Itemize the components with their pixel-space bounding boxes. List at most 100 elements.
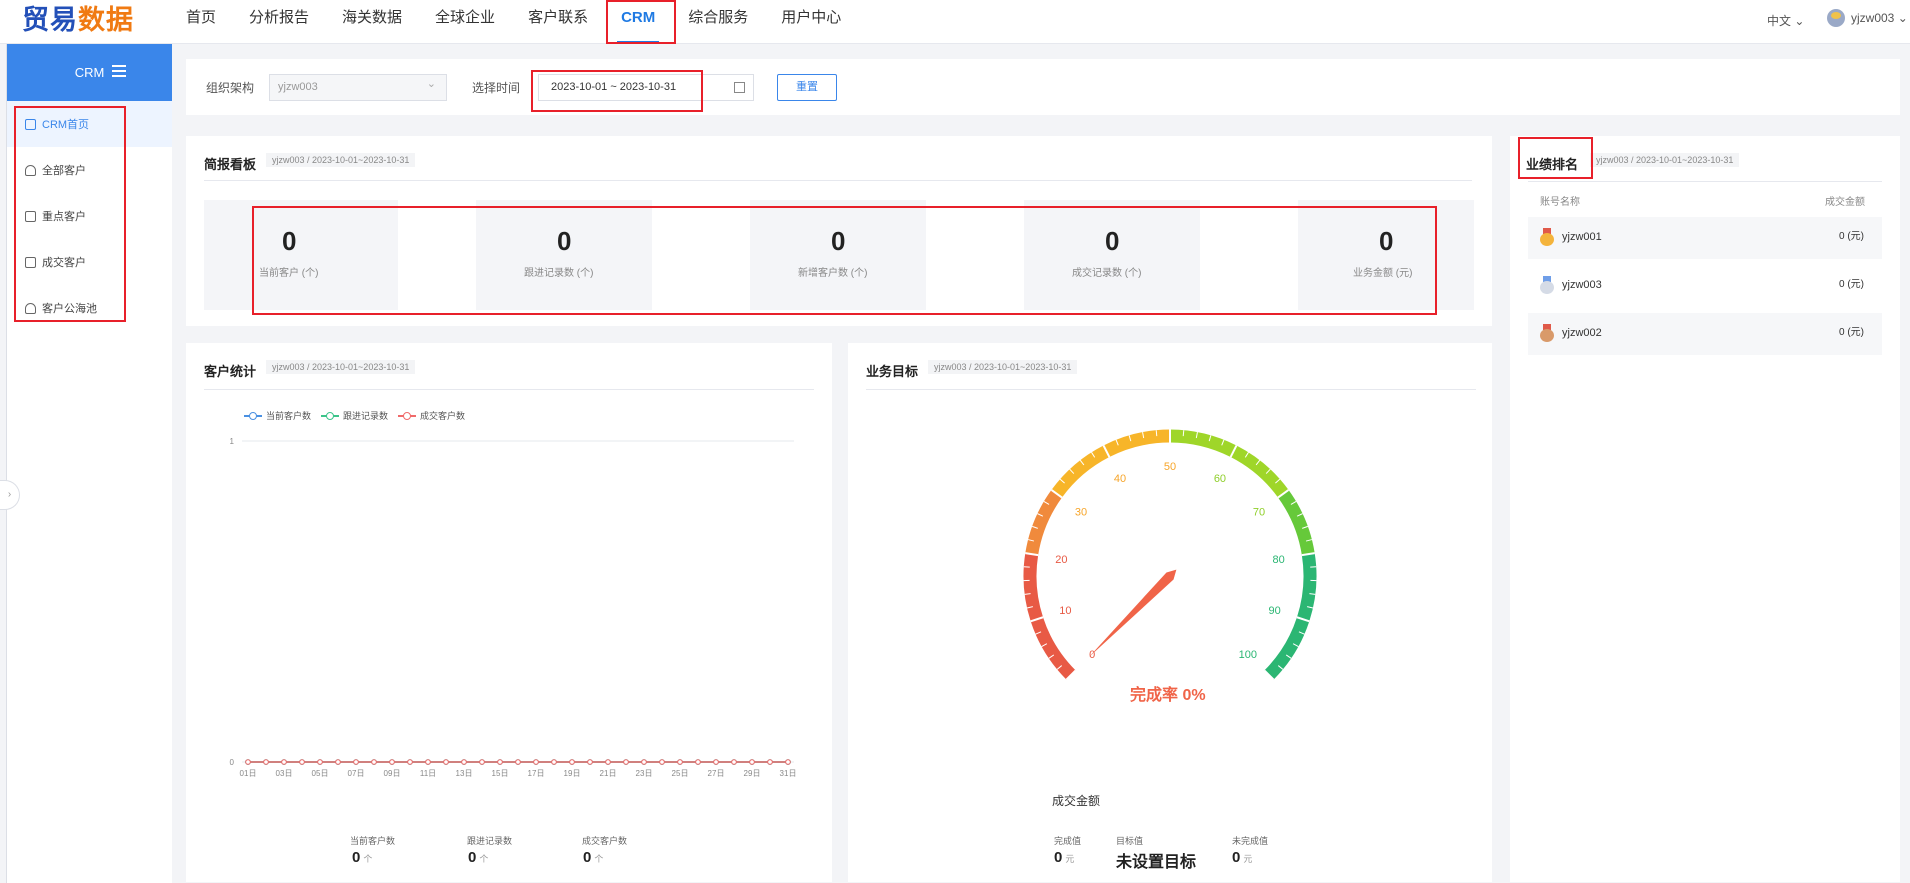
- completed-value: 0元: [1054, 849, 1075, 866]
- x-tick-label: 19日: [564, 769, 581, 778]
- nav-integrated-services[interactable]: 综合服务: [688, 0, 748, 44]
- line-chart: 0 1 01日 03日 05日 07日 09日 11日 13日 15日 17日 19日 21日 23日 25…: [230, 437, 797, 778]
- x-tick-label: 31日: [780, 769, 797, 778]
- x-tick-label: 23日: [636, 769, 653, 778]
- legend-item[interactable]: 跟进记录数: [321, 409, 388, 422]
- gauge-tick-label: 30: [1075, 506, 1087, 518]
- data-point: [641, 759, 647, 765]
- nav-user-center[interactable]: 用户中心: [781, 0, 841, 44]
- reset-button[interactable]: 重置: [777, 74, 837, 101]
- ranking-panel: 业绩排名 yjzw003 / 2023-10-01~2023-10-31 账号名…: [1510, 136, 1900, 882]
- data-point: [299, 759, 305, 765]
- main-nav: 首页 分析报告 海关数据 全球企业 客户联系 CRM 综合服务 用户中心: [186, 0, 874, 44]
- data-point: [317, 759, 323, 765]
- target-value: 未设置目标: [1116, 854, 1197, 871]
- data-point: [731, 759, 737, 765]
- data-point: [263, 759, 269, 765]
- logo[interactable]: 贸易数据: [22, 2, 134, 40]
- user-icon: [25, 164, 36, 176]
- chevron-down-icon: ⌄: [1897, 11, 1908, 25]
- legend-item[interactable]: 当前客户数: [244, 409, 311, 422]
- kpi-board: 简报看板 yjzw003 / 2023-10-01~2023-10-31 0 当…: [186, 136, 1492, 326]
- data-point: [515, 759, 521, 765]
- user-icon: [25, 302, 36, 314]
- gauge-tick-label: 0: [1089, 649, 1095, 661]
- gauge-tick-label: 10: [1059, 605, 1071, 617]
- gold-medal-icon: [1540, 228, 1554, 246]
- kpi-label: 成交记录数 (个): [1072, 268, 1142, 279]
- data-point: [623, 759, 629, 765]
- data-point: [353, 759, 359, 765]
- data-point: [389, 759, 395, 765]
- chevron-down-icon: ⌄: [1794, 14, 1805, 28]
- org-select[interactable]: yjzw003: [269, 74, 447, 101]
- nav-crm[interactable]: CRM: [617, 0, 660, 44]
- data-point: [407, 759, 413, 765]
- kpi-label: 业务金额 (元): [1353, 268, 1413, 279]
- data-point: [425, 759, 431, 765]
- gauge-tick-label: 40: [1114, 473, 1126, 485]
- legend-item[interactable]: 成交客户数: [398, 409, 465, 422]
- user-menu[interactable]: yjzw003 ⌄: [1827, 9, 1908, 27]
- nav-customs-data[interactable]: 海关数据: [342, 0, 402, 44]
- sidebar-item-deal-customers[interactable]: 成交客户: [7, 239, 172, 285]
- data-point: [587, 759, 593, 765]
- data-point: [551, 759, 557, 765]
- list-item[interactable]: yjzw001 0 (元): [1528, 217, 1882, 259]
- data-point: [245, 759, 251, 765]
- avatar: [1827, 9, 1845, 27]
- gauge-band: [1277, 489, 1315, 556]
- filter-tag: yjzw003 / 2023-10-01~2023-10-31: [266, 153, 416, 167]
- data-point: [461, 759, 467, 765]
- nav-home[interactable]: 首页: [186, 0, 216, 44]
- language-select[interactable]: 中文 ⌄: [1767, 12, 1804, 29]
- list-icon: [25, 210, 36, 222]
- sidebar-item-all-customers[interactable]: 全部客户: [7, 147, 172, 193]
- date-range-picker[interactable]: 2023-10-01 ~ 2023-10-31: [538, 74, 754, 101]
- amount-title: 成交金额: [1052, 794, 1101, 808]
- kpi-value: 0: [282, 226, 297, 256]
- gauge-tick-label: 20: [1055, 554, 1067, 566]
- nav-global-companies[interactable]: 全球企业: [435, 0, 495, 44]
- completion-rate: 完成率 0%: [1130, 687, 1206, 704]
- x-tick-label: 27日: [708, 769, 725, 778]
- gauge-tick-label: 50: [1164, 461, 1176, 473]
- gauge-band: [1025, 489, 1063, 556]
- data-point: [605, 759, 611, 765]
- silver-medal-icon: [1540, 276, 1554, 294]
- y-tick-label: 1: [230, 437, 235, 446]
- data-point: [497, 759, 503, 765]
- list-item[interactable]: yjzw002 0 (元): [1528, 313, 1882, 355]
- gauge-tick-label: 100: [1239, 649, 1257, 661]
- data-point: [443, 759, 449, 765]
- gauge-tick-label: 80: [1273, 554, 1285, 566]
- x-tick-label: 15日: [492, 769, 509, 778]
- data-point: [569, 759, 575, 765]
- menu-fold-icon[interactable]: [112, 65, 126, 77]
- kpi-value: 0: [831, 226, 846, 256]
- nav-analysis-report[interactable]: 分析报告: [249, 0, 309, 44]
- x-tick-label: 11日: [420, 769, 436, 778]
- sidebar-item-crm-home[interactable]: CRM首页: [7, 101, 172, 147]
- data-point: [371, 759, 377, 765]
- summary-value: 0个: [468, 849, 489, 866]
- nav-customer-contact[interactable]: 客户联系: [528, 0, 588, 44]
- gauge-tick-label: 90: [1268, 605, 1280, 617]
- kpi-value: 0: [1105, 226, 1120, 256]
- gauge-band: [1051, 429, 1171, 498]
- kpi-label: 新增客户数 (个): [798, 268, 868, 279]
- bronze-medal-icon: [1540, 324, 1554, 342]
- sidebar-item-public-pool[interactable]: 客户公海池: [7, 285, 172, 331]
- summary-value: 0个: [583, 849, 604, 866]
- check-square-icon: [25, 256, 36, 268]
- data-point: [785, 759, 791, 765]
- gauge-pointer: [1088, 569, 1177, 658]
- list-item[interactable]: yjzw003 0 (元): [1528, 265, 1882, 307]
- calendar-icon: [734, 82, 745, 93]
- filter-tag: yjzw003 / 2023-10-01~2023-10-31: [1590, 153, 1740, 167]
- x-tick-label: 13日: [456, 769, 473, 778]
- sidebar-item-key-customers[interactable]: 重点客户: [7, 193, 172, 239]
- filter-tag: yjzw003 / 2023-10-01~2023-10-31: [266, 360, 416, 374]
- org-label: 组织架构: [206, 81, 255, 95]
- filter-tag: yjzw003 / 2023-10-01~2023-10-31: [928, 360, 1078, 374]
